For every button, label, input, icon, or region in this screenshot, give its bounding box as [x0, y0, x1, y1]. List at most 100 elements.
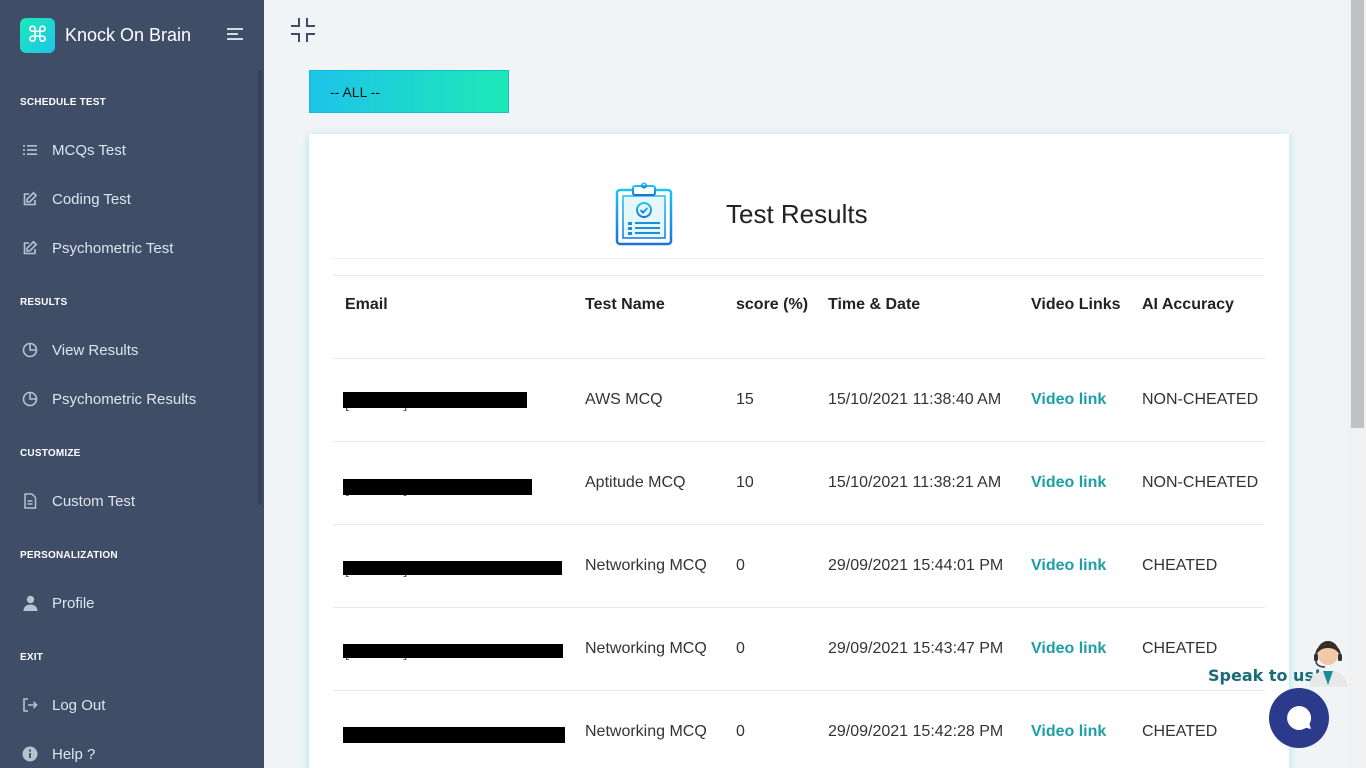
- redaction-bar: [343, 392, 527, 408]
- redaction-bar: [343, 727, 565, 743]
- sidebar-item-custom-test[interactable]: Custom Test: [0, 481, 258, 521]
- file-icon: [22, 493, 38, 509]
- datetime-cell: 29/09/2021 15:43:47 PM: [828, 640, 1004, 657]
- pie-chart-icon: [22, 342, 38, 358]
- accuracy-cell: CHEATED: [1142, 557, 1218, 574]
- test-name-cell: Aptitude MCQ: [585, 474, 686, 491]
- table-row: [redacted] Networking MCQ 0 29/09/2021 1…: [333, 524, 1265, 607]
- brand-name: Knock On Brain: [65, 24, 192, 45]
- datetime-cell: 29/09/2021 15:44:01 PM: [828, 557, 1004, 574]
- video-link[interactable]: Video link: [1031, 471, 1106, 495]
- section-title-exit: EXIT: [20, 652, 44, 663]
- table-header-row: Email Test Name score (%) Time & Date Vi…: [333, 275, 1265, 358]
- sidebar-item-profile[interactable]: Profile: [0, 583, 258, 623]
- table-row: [redacted] Networking MCQ 0 29/09/2021 1…: [333, 690, 1265, 768]
- clipboard-check-icon: [613, 182, 675, 246]
- sidebar-item-coding-test[interactable]: Coding Test: [0, 179, 258, 219]
- redaction-bar: [343, 561, 562, 575]
- accuracy-cell: NON-CHEATED: [1142, 474, 1259, 491]
- sidebar-item-label: View Results: [52, 341, 139, 359]
- chat-bubble-icon: [1287, 705, 1312, 730]
- video-cell: Video link: [1019, 525, 1130, 607]
- logout-icon: [22, 697, 38, 713]
- user-icon: [22, 595, 38, 611]
- datetime-cell: 29/09/2021 15:42:28 PM: [828, 723, 1004, 740]
- score-cell: 10: [736, 474, 754, 491]
- email-cell: [redacted]: [333, 691, 573, 768]
- email-cell: [redacted]: [333, 442, 573, 524]
- edit-icon: [22, 240, 38, 256]
- datetime-cell: 15/10/2021 11:38:21 AM: [828, 474, 1002, 491]
- sidebar-item-label: Log Out: [52, 696, 106, 714]
- menu-toggle-icon[interactable]: [227, 28, 243, 42]
- video-cell: Video link: [1019, 608, 1130, 690]
- brand[interactable]: ⌘ Knock On Brain: [20, 17, 191, 53]
- pie-chart-icon: [22, 391, 38, 407]
- sidebar-item-label: Custom Test: [52, 492, 136, 510]
- video-cell: Video link: [1019, 359, 1130, 441]
- email-cell: [redacted]: [333, 359, 573, 441]
- column-header-score: score (%): [736, 296, 809, 313]
- video-link[interactable]: Video link: [1031, 637, 1106, 661]
- sidebar: ⌘ Knock On Brain SCHEDULE TEST MCQs Test…: [0, 0, 264, 768]
- sidebar-item-mcqs-test[interactable]: MCQs Test: [0, 130, 258, 170]
- video-link[interactable]: Video link: [1031, 554, 1106, 578]
- sidebar-item-label: Profile: [52, 594, 95, 612]
- email-cell: [redacted]: [333, 525, 573, 607]
- video-link[interactable]: Video link: [1031, 388, 1106, 412]
- test-filter-select[interactable]: -- ALL --: [309, 70, 509, 113]
- sidebar-item-label: Psychometric Test: [52, 239, 174, 257]
- sidebar-item-help[interactable]: Help ?: [0, 734, 258, 768]
- accuracy-cell: NON-CHEATED: [1142, 391, 1259, 408]
- score-cell: 0: [736, 557, 745, 574]
- section-title-results: RESULTS: [20, 297, 68, 308]
- video-link[interactable]: Video link: [1031, 720, 1106, 744]
- column-header-email: Email: [345, 296, 388, 313]
- video-cell: Video link: [1019, 442, 1130, 524]
- fullscreen-exit-icon[interactable]: [290, 17, 316, 43]
- column-header-ai-accuracy: AI Accuracy: [1142, 296, 1234, 313]
- section-title-customize: CUSTOMIZE: [20, 448, 81, 459]
- test-name-cell: Networking MCQ: [585, 640, 707, 657]
- table-row: [redacted] Aptitude MCQ 10 15/10/2021 11…: [333, 441, 1265, 524]
- sidebar-item-view-results[interactable]: View Results: [0, 330, 258, 370]
- card-header: Test Results: [333, 134, 1265, 259]
- test-name-cell: AWS MCQ: [585, 391, 663, 408]
- results-table: Email Test Name score (%) Time & Date Vi…: [333, 275, 1265, 768]
- sidebar-item-label: Help ?: [52, 745, 96, 763]
- email-cell: [redacted]: [333, 608, 573, 690]
- command-icon: ⌘: [20, 17, 55, 53]
- results-card: Test Results Email Test Name score (%) T…: [309, 134, 1289, 768]
- support-agent-icon: [1305, 633, 1351, 687]
- list-icon: [22, 142, 38, 158]
- score-cell: 0: [736, 640, 745, 657]
- sidebar-scrollbar[interactable]: [258, 70, 262, 505]
- sidebar-item-psychometric-test[interactable]: Psychometric Test: [0, 228, 258, 268]
- page-title: Test Results: [726, 199, 868, 229]
- score-cell: 15: [736, 391, 754, 408]
- chat-button[interactable]: [1269, 688, 1329, 748]
- sidebar-item-label: Coding Test: [52, 190, 131, 208]
- datetime-cell: 15/10/2021 11:38:40 AM: [828, 391, 1002, 408]
- score-cell: 0: [736, 723, 745, 740]
- accuracy-cell: CHEATED: [1142, 723, 1218, 740]
- sidebar-item-label: MCQs Test: [52, 141, 126, 159]
- video-cell: Video link: [1019, 691, 1130, 768]
- column-header-video-links: Video Links: [1031, 296, 1121, 313]
- edit-icon: [22, 191, 38, 207]
- column-header-test-name: Test Name: [585, 296, 665, 313]
- table-row: [redacted] AWS MCQ 15 15/10/2021 11:38:4…: [333, 358, 1265, 441]
- redaction-bar: [343, 644, 563, 658]
- section-title-schedule-test: SCHEDULE TEST: [20, 97, 106, 108]
- test-name-cell: Networking MCQ: [585, 557, 707, 574]
- redaction-bar: [343, 479, 532, 495]
- sidebar-item-psychometric-results[interactable]: Psychometric Results: [0, 379, 258, 419]
- section-title-personalization: PERSONALIZATION: [20, 550, 118, 561]
- sidebar-item-log-out[interactable]: Log Out: [0, 685, 258, 725]
- info-icon: [22, 746, 38, 762]
- column-header-time-date: Time & Date: [828, 296, 921, 313]
- page-scrollbar-thumb[interactable]: [1351, 0, 1364, 428]
- test-name-cell: Networking MCQ: [585, 723, 707, 740]
- sidebar-item-label: Psychometric Results: [52, 390, 197, 408]
- table-row: [redacted] Networking MCQ 0 29/09/2021 1…: [333, 607, 1265, 690]
